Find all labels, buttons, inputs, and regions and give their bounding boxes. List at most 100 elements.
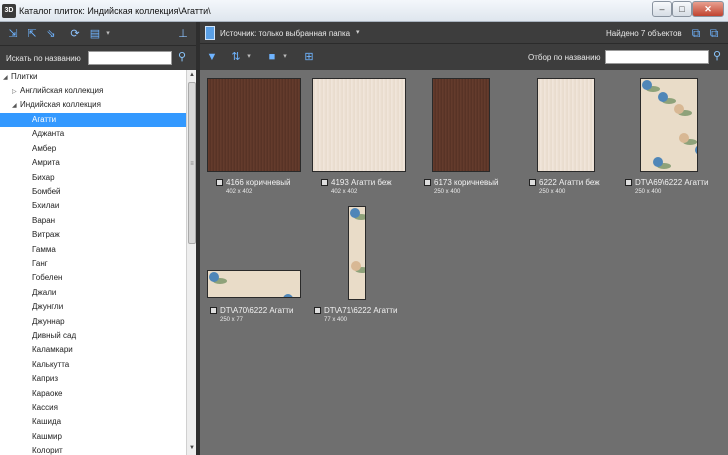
expand-all-icon[interactable]: ⇱ [24,26,40,42]
tree-item[interactable]: Дивный сад [0,329,186,343]
tree-collection-label: Английская коллекция [20,86,104,95]
tile-name: DT\A71\6222 Агатти [324,306,398,315]
filter-toolbar: ▼ ⇅ ▾ ■ ▾ ⊞ Отбор по названию ⚲ [200,44,728,70]
tree-item[interactable]: Кашмир [0,430,186,444]
tree-collection-indian[interactable]: ◢ Индийская коллекция [12,98,184,112]
tree-scrollbar[interactable]: ▲ ≡ ▼ [186,70,196,455]
tile-size-icon[interactable]: ■ [264,49,280,65]
tree-item[interactable]: Амрита [0,156,186,170]
sort-icon[interactable]: ⇅ [228,49,244,65]
filter-icon[interactable]: ▼ [204,49,220,65]
view-mode-icon[interactable]: ▤ [87,26,103,42]
refresh-icon[interactable]: ⟳ [67,26,83,42]
tile-dimensions: 77 x 400 [324,317,348,323]
move-down-icon[interactable]: ⇘ [43,26,59,42]
maximize-button[interactable]: □ [672,1,692,17]
tile-caption: DT\A69\6222 Агатти [625,178,709,187]
filter-input[interactable] [605,50,709,64]
tree-collection-english[interactable]: ▷ Английская коллекция [12,84,184,98]
view-mode-dropdown-icon[interactable]: ▾ [103,26,113,42]
flower-shape [283,294,293,297]
tile-thumbnail[interactable] [348,206,366,300]
tree-item[interactable]: Бихар [0,171,186,185]
tile-dimensions: 402 x 402 [226,189,253,195]
left-search-bar: Искать по названию ⚲ [0,46,196,70]
grip-icon: ≡ [190,161,194,167]
tile-thumbnail[interactable] [640,78,698,172]
tile-thumbnail[interactable] [312,78,406,172]
floral-pattern-icon [209,272,293,298]
tree-item[interactable]: Колорит [0,444,186,455]
tile-checkbox[interactable] [529,179,536,186]
flower-shape [679,133,689,143]
export-icon[interactable]: ⧉ [688,25,704,41]
chevron-down-icon[interactable]: ▾ [356,28,360,36]
tree-item[interactable]: Ганг [0,257,186,271]
collapsed-arrow-icon: ▷ [12,89,17,95]
flower-shape [642,80,652,90]
tile-caption: DT\A71\6222 Агатти [314,306,398,315]
tile-caption: DT\A70\6222 Агатти [210,306,294,315]
tree-item[interactable]: Джали [0,286,186,300]
tile-name: 6222 Агатти беж [539,178,600,187]
tile-checkbox[interactable] [216,179,223,186]
tile-thumbnail[interactable] [207,270,301,298]
tree-item[interactable]: Джунгли [0,300,186,314]
tile-caption: 4166 коричневый [216,178,290,187]
tile-checkbox[interactable] [424,179,431,186]
tree-item[interactable]: Бхилаи [0,199,186,213]
minimize-button[interactable]: – [652,1,672,17]
grid-icon[interactable]: ⊞ [301,49,317,65]
tree-item[interactable]: Караоке [0,387,186,401]
found-count: Найдено 7 объектов [606,29,682,38]
tile-size-dropdown-icon[interactable]: ▾ [280,49,290,65]
flower-shape [653,157,663,167]
tile-thumbnail[interactable] [207,78,301,172]
tree-item[interactable]: Калькутта [0,358,186,372]
tile-caption: 6222 Агатти беж [529,178,600,187]
search-icon[interactable]: ⚲ [710,49,724,63]
sort-dropdown-icon[interactable]: ▾ [244,49,254,65]
tree-root-label: Плитки [11,72,38,81]
tile-thumbnail[interactable] [537,78,595,172]
tile-checkbox[interactable] [210,307,217,314]
tree-item[interactable]: Бомбей [0,185,186,199]
scrollbar-thumb[interactable]: ≡ [188,82,196,244]
tile-checkbox[interactable] [314,307,321,314]
pin-icon[interactable]: ⊥ [175,26,191,42]
app-icon: 3D [2,4,16,18]
tree-item[interactable]: Каприз [0,372,186,386]
tree-root[interactable]: ◢ Плитки [3,70,183,84]
tile-tree: ◢ Плитки ▷ Английская коллекция ◢ Индийская… [0,70,186,455]
tree-item[interactable]: Витраж [0,228,186,242]
tile-checkbox[interactable] [625,179,632,186]
tree-item[interactable]: Кашида [0,415,186,429]
title-bar: 3D Каталог плиток: Индийская коллекция\А… [0,0,728,22]
collapse-all-icon[interactable]: ⇲ [5,26,21,42]
tree-item[interactable]: Амбер [0,142,186,156]
tile-checkbox[interactable] [321,179,328,186]
tree-item[interactable]: Варан [0,214,186,228]
folder-source-icon [205,26,215,40]
source-selector[interactable]: Источник: только выбранная папка [220,29,350,38]
tile-thumbnail[interactable] [432,78,490,172]
search-input[interactable] [88,51,172,65]
tree-item[interactable]: Гобелен [0,271,186,285]
flower-shape [246,297,256,298]
tree-item[interactable]: Агатти [0,113,186,127]
tree-item[interactable]: Каламкари [0,343,186,357]
tree-item[interactable]: Аджанта [0,127,186,141]
flower-shape [351,261,361,271]
search-icon[interactable]: ⚲ [175,50,189,64]
tile-dimensions: 250 x 77 [220,317,244,323]
flower-shape [674,104,684,114]
close-button[interactable]: ✕ [692,1,724,17]
tile-name: 6173 коричневый [434,178,499,187]
tree-item[interactable]: Джуннар [0,315,186,329]
tile-gallery: 4166 коричневый 402 x 402 4193 Агатти беж 4… [200,70,728,455]
tile-name: DT\A70\6222 Агатти [220,306,294,315]
import-icon[interactable]: ⧉ [706,25,722,41]
expanded-arrow-icon: ◢ [12,103,17,109]
tree-item[interactable]: Гамма [0,243,186,257]
tree-item[interactable]: Кассия [0,401,186,415]
